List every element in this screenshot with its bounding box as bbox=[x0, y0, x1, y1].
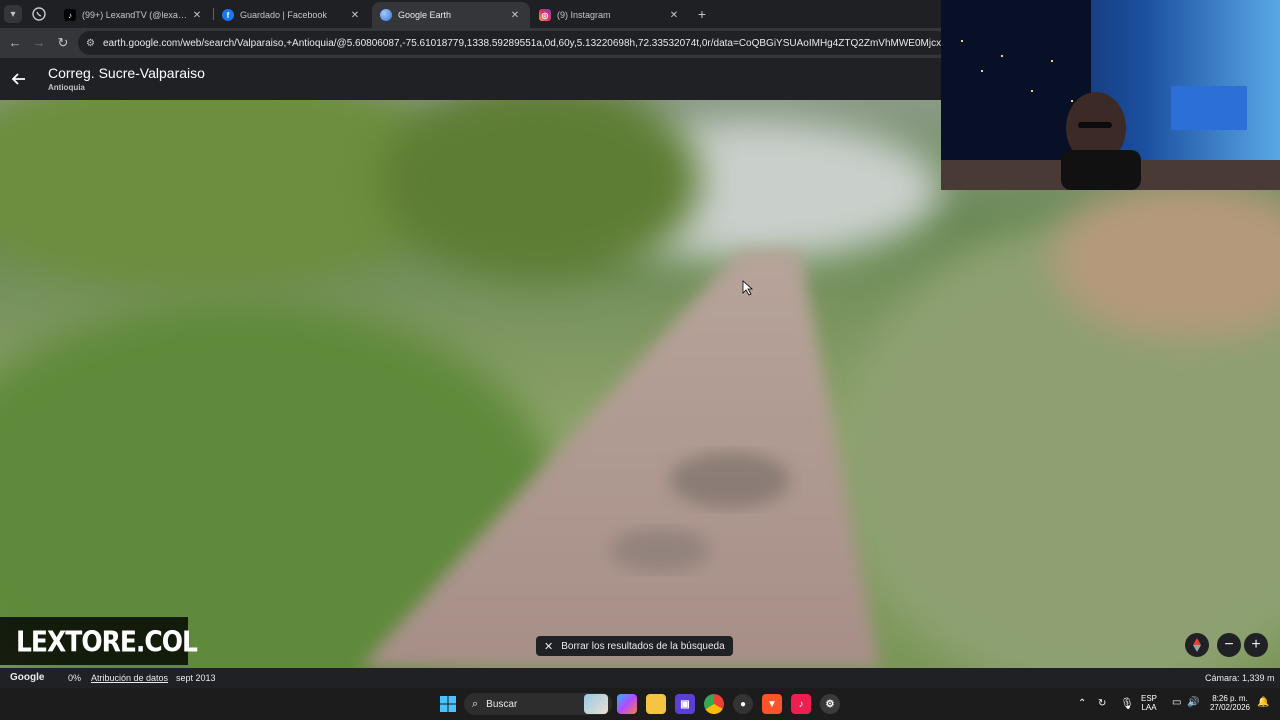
tab-facebook[interactable]: f Guardado | Facebook ✕ bbox=[214, 2, 370, 28]
clear-search-results-button[interactable]: ✕ Borrar los resultados de la búsqueda bbox=[536, 636, 733, 656]
chevron-up-icon[interactable]: ⌃ bbox=[1078, 698, 1086, 709]
instagram-watermark: LEXTORE.COL bbox=[0, 617, 198, 665]
tab-tiktok[interactable]: ♪ (99+) LexandTV (@lexandtv) | TikTok ✕ bbox=[56, 2, 212, 28]
search-label: Buscar bbox=[486, 698, 518, 710]
reload-button[interactable]: ↻ bbox=[54, 34, 72, 52]
tab-title: (9) Instagram bbox=[557, 10, 611, 20]
compass-icon bbox=[1193, 638, 1201, 652]
file-explorer-icon[interactable] bbox=[646, 694, 666, 714]
clock[interactable]: 8:26 p. m. 27/02/2026 bbox=[1208, 694, 1252, 712]
google-logo: Google bbox=[10, 672, 45, 683]
close-icon: ✕ bbox=[544, 640, 554, 653]
search-icon: ⌕ bbox=[472, 697, 479, 710]
settings-gear-icon[interactable]: ⚙ bbox=[820, 694, 840, 714]
windows-logo-icon bbox=[440, 696, 456, 712]
store-app-icon[interactable]: ▣ bbox=[675, 694, 695, 714]
windows-taskbar: ⌕ Buscar ▣ ● ▼ ♪ ⚙ ⌃ ↻ 🎙 ESP LAA ▭ 🔊 8:2… bbox=[0, 688, 1280, 720]
earth-place-header: Correg. Sucre-Valparaiso Antioquia bbox=[0, 58, 941, 100]
instagram-icon: ◎ bbox=[539, 9, 551, 21]
close-tab-icon[interactable]: ✕ bbox=[667, 10, 681, 21]
tab-search-menu-icon[interactable]: ▾ bbox=[4, 5, 22, 23]
close-tab-icon[interactable]: ✕ bbox=[348, 10, 362, 21]
earth-status-bar: Google 0% Atribución de datos sept 2013 … bbox=[0, 668, 1280, 688]
tab-instagram[interactable]: ◎ (9) Instagram ✕ bbox=[531, 2, 689, 28]
facebook-icon: f bbox=[222, 9, 234, 21]
site-info-icon[interactable]: ⚙ bbox=[86, 38, 95, 49]
notification-bell-icon[interactable]: 🔔 bbox=[1257, 697, 1269, 708]
chrome-icon[interactable] bbox=[704, 694, 724, 714]
clock-date: 27/02/2026 bbox=[1209, 703, 1251, 712]
zoom-out-button[interactable]: − bbox=[1217, 633, 1241, 657]
copilot-icon[interactable] bbox=[617, 694, 637, 714]
zoom-in-button[interactable]: + bbox=[1244, 633, 1268, 657]
close-tab-icon[interactable]: ✕ bbox=[190, 10, 204, 21]
mouse-cursor-icon bbox=[742, 280, 754, 296]
new-tab-button[interactable]: + bbox=[693, 5, 711, 23]
clock-time: 8:26 p. m. bbox=[1212, 694, 1248, 703]
language-code: ESP bbox=[1141, 694, 1158, 703]
whatsapp-icon bbox=[32, 7, 46, 21]
input-language[interactable]: ESP LAA bbox=[1141, 694, 1157, 712]
camera-altitude: Cámara: 1,339 m bbox=[1205, 673, 1275, 683]
google-earth-icon bbox=[380, 9, 392, 21]
loading-percent: 0% bbox=[68, 673, 82, 683]
tiktok-app-icon[interactable]: ♪ bbox=[791, 694, 811, 714]
tab-title: Guardado | Facebook bbox=[240, 10, 327, 20]
whatsapp-pinned-tab[interactable] bbox=[30, 5, 48, 23]
back-arrow-icon[interactable] bbox=[10, 70, 28, 88]
streamer-webcam bbox=[941, 0, 1280, 190]
clear-results-label: Borrar los resultados de la búsqueda bbox=[561, 640, 725, 652]
tab-title: (99+) LexandTV (@lexandtv) | TikTok bbox=[82, 10, 190, 20]
start-button[interactable] bbox=[438, 694, 458, 714]
data-attribution-link[interactable]: Atribución de datos bbox=[91, 673, 168, 683]
compass-button[interactable] bbox=[1185, 633, 1209, 657]
address-bar[interactable]: ⚙ earth.google.com/web/search/Valparaiso… bbox=[78, 31, 948, 55]
brave-icon[interactable]: ▼ bbox=[762, 694, 782, 714]
microphone-icon[interactable]: 🎙 bbox=[1120, 697, 1134, 710]
sync-icon[interactable]: ↻ bbox=[1098, 698, 1106, 709]
forward-button[interactable]: → bbox=[30, 34, 48, 52]
network-icon[interactable]: ▭ bbox=[1172, 697, 1181, 708]
place-title: Correg. Sucre-Valparaiso bbox=[48, 65, 205, 81]
tiktok-icon: ♪ bbox=[64, 9, 76, 21]
place-subtitle: Antioquia bbox=[48, 83, 85, 92]
weather-widget-icon[interactable] bbox=[584, 694, 608, 714]
obs-icon[interactable]: ● bbox=[733, 694, 753, 714]
volume-icon[interactable]: 🔊 bbox=[1187, 697, 1199, 708]
url-text: earth.google.com/web/search/Valparaiso,+… bbox=[102, 37, 948, 49]
keyboard-layout: LAA bbox=[1141, 703, 1157, 712]
watermark-handle: LEXTORE.COL bbox=[16, 624, 198, 658]
back-button[interactable]: ← bbox=[6, 34, 24, 52]
close-tab-icon[interactable]: ✕ bbox=[508, 10, 522, 21]
imagery-date: sept 2013 bbox=[176, 673, 216, 683]
tab-title: Google Earth bbox=[398, 10, 452, 20]
webcam-scene bbox=[941, 0, 1280, 190]
tab-google-earth[interactable]: Google Earth ✕ bbox=[372, 2, 530, 28]
